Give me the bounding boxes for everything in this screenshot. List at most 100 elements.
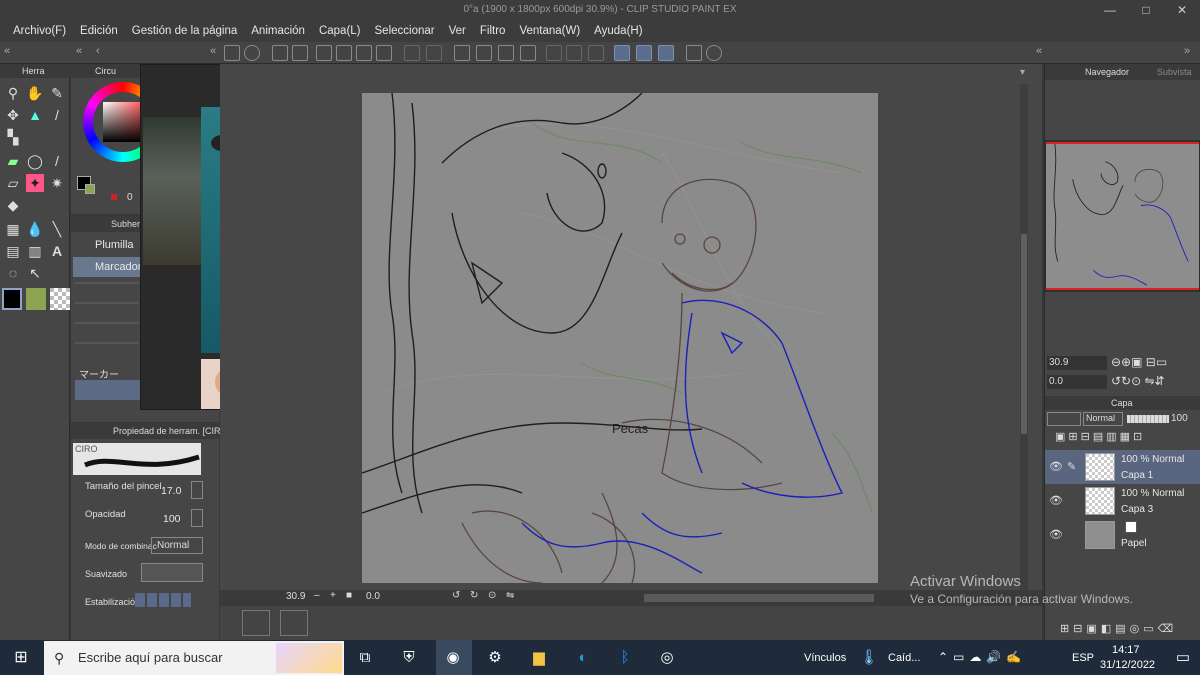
- deselect-icon[interactable]: [546, 45, 562, 61]
- blend-mode-select[interactable]: Normal: [151, 537, 203, 554]
- color-sub-indicator[interactable]: [85, 184, 95, 194]
- stabilization-slider[interactable]: [135, 593, 191, 607]
- settings-icon[interactable]: [454, 45, 470, 61]
- eraser-icon[interactable]: ▱: [4, 174, 22, 192]
- rock-photo-thumbnail[interactable]: [143, 117, 201, 265]
- saturation-square[interactable]: [103, 102, 143, 142]
- menu-capa[interactable]: Capa(L): [312, 25, 368, 37]
- menu-animacion[interactable]: Animación: [244, 25, 312, 37]
- collapse-icon[interactable]: «: [76, 45, 82, 57]
- layer-row-capa1[interactable]: 👁 ✎ 100 % Normal Capa 1: [1045, 450, 1200, 484]
- menu-ayuda[interactable]: Ayuda(H): [587, 25, 649, 37]
- brush-size-dropdown[interactable]: [191, 481, 203, 499]
- vertical-scrollbar[interactable]: [1020, 84, 1028, 594]
- brush-size-value[interactable]: 17.0: [161, 485, 181, 497]
- nav-rotation-controls-icon[interactable]: ↺↻⊙ ⇋⇵: [1111, 374, 1165, 388]
- chevron-left-icon[interactable]: ‹: [96, 45, 100, 57]
- fill-bucket-icon[interactable]: ◆: [4, 196, 22, 214]
- menu-icon[interactable]: [224, 45, 240, 61]
- clip-studio-taskbar-icon[interactable]: ◉: [442, 648, 464, 668]
- lasso-icon[interactable]: ◯: [26, 152, 44, 170]
- clear-icon[interactable]: [476, 45, 492, 61]
- menu-filtro[interactable]: Filtro: [473, 25, 513, 37]
- decoration-icon[interactable]: ✷: [48, 174, 66, 192]
- navigator-thumbnail[interactable]: [1046, 142, 1199, 290]
- layer-type-select[interactable]: [1047, 412, 1081, 426]
- minimize-button[interactable]: —: [1092, 0, 1128, 20]
- figure-icon[interactable]: ╲: [48, 220, 66, 238]
- text-icon[interactable]: A: [48, 242, 66, 260]
- pencil-icon[interactable]: /: [48, 152, 66, 170]
- tray-icons[interactable]: ⌃▭☁🔊✍: [938, 650, 1026, 664]
- marker-tool-icon[interactable]: ▰: [4, 152, 22, 170]
- 3d-icon[interactable]: [686, 45, 702, 61]
- export-psd-icon[interactable]: [376, 45, 392, 61]
- clock-date[interactable]: 31/12/2022: [1100, 659, 1155, 671]
- collapse-right-icon[interactable]: «: [210, 45, 216, 57]
- eyedropper-icon[interactable]: ✎: [48, 84, 66, 102]
- open-file-icon[interactable]: [292, 45, 308, 61]
- angle-readout[interactable]: 0.0: [366, 591, 380, 602]
- zoom-icon[interactable]: ⚲: [4, 84, 22, 102]
- links-toolbar[interactable]: Vínculos: [804, 652, 846, 664]
- new-file-icon[interactable]: [272, 45, 288, 61]
- brush-icon[interactable]: ✦: [26, 174, 44, 192]
- security-icon[interactable]: ⛨: [398, 648, 420, 668]
- eye-icon[interactable]: 👁: [1049, 494, 1063, 507]
- nav-zoom-controls-icon[interactable]: ⊖⊕▣ ⊟▭: [1111, 355, 1167, 369]
- menu-archivo[interactable]: Archivo(F): [6, 25, 73, 37]
- blend-icon[interactable]: 💧: [26, 220, 44, 238]
- weather-text[interactable]: Caíd...: [888, 652, 920, 664]
- opacity-value[interactable]: 100: [163, 513, 181, 525]
- main-color-swatch[interactable]: [2, 288, 22, 310]
- taskbar-search[interactable]: ⚲ Escribe aquí para buscar: [44, 641, 344, 675]
- menu-ventana[interactable]: Ventana(W): [512, 25, 587, 37]
- subtool-tab[interactable]: Subher: [111, 219, 140, 229]
- clip-studio-assets-icon[interactable]: [706, 45, 722, 61]
- sub-color-swatch[interactable]: [26, 288, 46, 310]
- subview-tab[interactable]: Subvista: [1157, 67, 1192, 77]
- zoom-readout[interactable]: 30.9: [286, 591, 305, 602]
- file-explorer-icon[interactable]: ▆: [528, 648, 550, 668]
- hand-icon[interactable]: ✋: [26, 84, 44, 102]
- snap-ruler-icon[interactable]: [614, 45, 630, 61]
- opacity-dropdown[interactable]: [191, 509, 203, 527]
- flip-icon[interactable]: ⇋: [506, 590, 514, 601]
- selected-brush-preview[interactable]: [75, 380, 141, 400]
- clock-time[interactable]: 14:17: [1112, 644, 1140, 656]
- correct-line-icon[interactable]: ↖: [26, 264, 44, 282]
- layout-toggle-icon[interactable]: [242, 610, 270, 636]
- snap-grid-icon[interactable]: [658, 45, 674, 61]
- object-icon[interactable]: ▚: [4, 128, 22, 146]
- redo-icon[interactable]: [426, 45, 442, 61]
- pen-icon[interactable]: /: [48, 106, 66, 124]
- layer-opacity-slider[interactable]: [1127, 415, 1169, 423]
- settings-gear-icon[interactable]: ⚙: [484, 648, 506, 668]
- layer-opacity-value[interactable]: 100: [1171, 413, 1188, 424]
- tool-palette-tab[interactable]: Herra: [22, 66, 45, 76]
- layer-row-papel[interactable]: 👁 Papel: [1045, 518, 1200, 552]
- ruler-icon[interactable]: ▥: [26, 242, 44, 260]
- move-icon[interactable]: ✥: [4, 106, 22, 124]
- collapse-right-panel-icon[interactable]: «: [1036, 45, 1042, 57]
- snap-special-ruler-icon[interactable]: [636, 45, 652, 61]
- close-button[interactable]: ✕: [1164, 0, 1200, 20]
- task-view-icon[interactable]: ⧉: [354, 648, 376, 668]
- clip-studio-launcher-icon[interactable]: ◎: [656, 648, 678, 668]
- save-icon[interactable]: [316, 45, 332, 61]
- horizontal-scrollbar[interactable]: [644, 594, 874, 602]
- navigator-tab[interactable]: Navegador: [1085, 67, 1129, 77]
- export-jpg-icon[interactable]: [336, 45, 352, 61]
- invert-selection-icon[interactable]: [566, 45, 582, 61]
- weather-icon[interactable]: 🌡: [858, 648, 880, 668]
- gradient-icon[interactable]: ▦: [4, 220, 22, 238]
- layer-blend-select[interactable]: Normal: [1083, 412, 1123, 426]
- layer-tab[interactable]: Capa: [1111, 398, 1133, 408]
- menu-edicion[interactable]: Edición: [73, 25, 125, 37]
- zoom-out-icon[interactable]: –: [314, 590, 320, 601]
- bluetooth-icon[interactable]: ᛒ: [614, 648, 636, 668]
- smoothing-selector[interactable]: [141, 563, 203, 582]
- grid-toggle-icon[interactable]: [280, 610, 308, 636]
- crop-icon[interactable]: [588, 45, 604, 61]
- pen-lock-icon[interactable]: ✎: [1067, 460, 1076, 473]
